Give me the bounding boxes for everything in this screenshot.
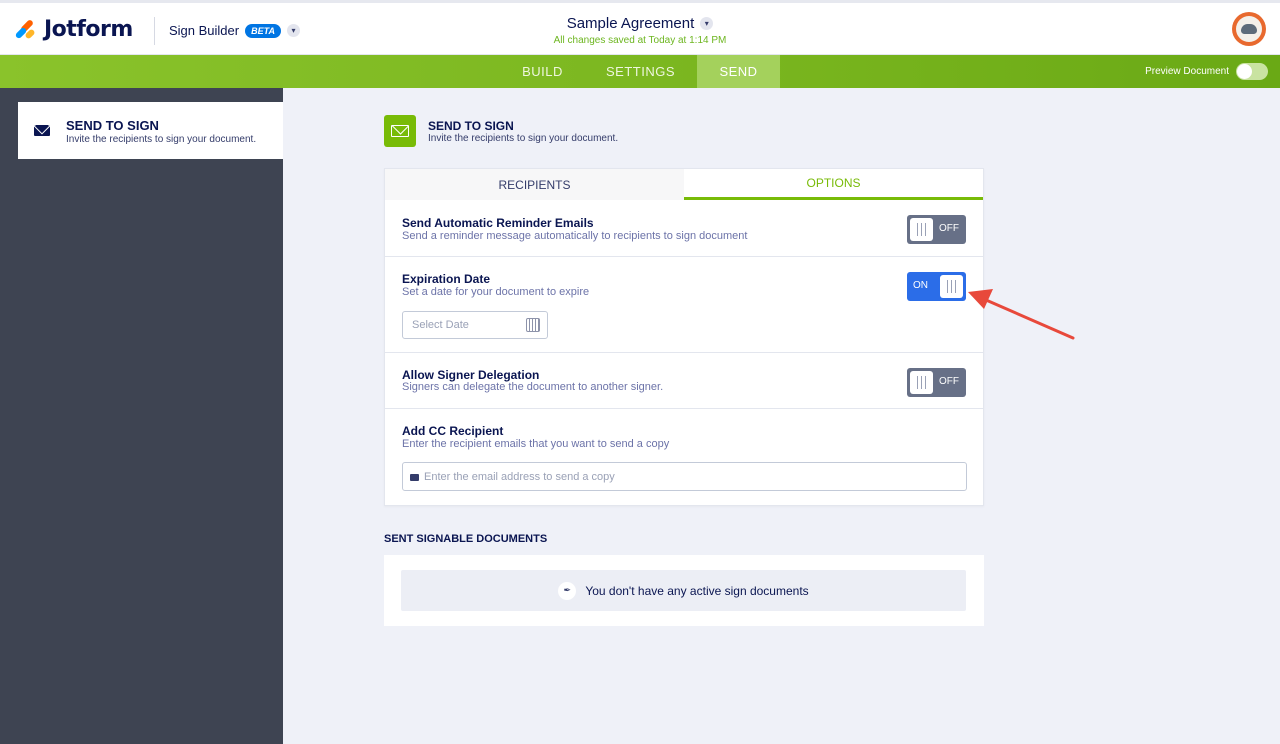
product-name: Sign Builder: [169, 23, 240, 38]
option-description: Enter the recipient emails that you want…: [402, 438, 670, 450]
section-title: SENT SIGNABLE DOCUMENTS: [384, 533, 548, 545]
option-cc: Add CC Recipient Enter the recipient ema…: [385, 409, 983, 505]
date-placeholder: Select Date: [412, 319, 469, 331]
toggle-state: OFF: [939, 376, 959, 387]
avatar[interactable]: [1232, 12, 1266, 46]
toggle-knob: [910, 371, 933, 394]
preview-toggle[interactable]: [1236, 63, 1268, 80]
builder-navbar: BUILD SETTINGS SEND Preview Document: [0, 55, 1280, 88]
toggle-state: ON: [913, 280, 928, 291]
empty-state-text: You don't have any active sign documents: [585, 583, 809, 598]
envelope-icon: [410, 474, 419, 481]
page-title: SEND TO SIGN: [428, 119, 514, 133]
delegation-toggle[interactable]: OFF: [907, 368, 966, 397]
envelope-icon: [34, 125, 50, 136]
jotform-logo[interactable]: Jotform: [14, 17, 133, 42]
builder-tabs: BUILD SETTINGS SEND: [501, 55, 780, 88]
option-reminder: Send Automatic Reminder Emails Send a re…: [385, 200, 983, 257]
card-tabs: RECIPIENTS OPTIONS: [385, 169, 983, 200]
tab-settings[interactable]: SETTINGS: [584, 55, 697, 88]
option-title: Expiration Date: [402, 272, 491, 286]
sent-documents-card: ✒ You don't have any active sign documen…: [384, 555, 984, 626]
sidebar-item-subtitle: Invite the recipients to sign your docum…: [66, 134, 257, 145]
sidebar: SEND TO SIGN Invite the recipients to si…: [0, 88, 283, 744]
preview-document: Preview Document: [1145, 63, 1268, 80]
avatar-image: [1236, 16, 1262, 42]
option-title: Add CC Recipient: [402, 424, 504, 438]
pen-icon: ✒: [558, 581, 577, 600]
tab-options[interactable]: OPTIONS: [684, 169, 983, 200]
option-title: Allow Signer Delegation: [402, 368, 540, 382]
option-description: Send a reminder message automatically to…: [402, 230, 748, 242]
option-description: Set a date for your document to expire: [402, 286, 590, 298]
toggle-state: OFF: [939, 223, 959, 234]
product-switcher[interactable]: Sign Builder BETA ▾: [169, 23, 300, 38]
send-options-card: RECIPIENTS OPTIONS Send Automatic Remind…: [384, 168, 984, 506]
chevron-down-icon[interactable]: ▾: [286, 24, 300, 37]
logo-text: Jotform: [44, 17, 133, 42]
cc-email-input[interactable]: Enter the email address to send a copy: [402, 462, 967, 491]
tab-send[interactable]: SEND: [697, 55, 780, 88]
option-description: Signers can delegate the document to ano…: [402, 381, 664, 393]
email-placeholder: Enter the email address to send a copy: [424, 471, 615, 483]
option-delegation: Allow Signer Delegation Signers can dele…: [385, 353, 983, 409]
option-title: Send Automatic Reminder Emails: [402, 216, 594, 230]
chevron-down-icon[interactable]: ▾: [700, 17, 714, 30]
sidebar-item-title: SEND TO SIGN: [66, 118, 159, 133]
document-title-text: Sample Agreement: [566, 15, 695, 32]
jotform-logo-icon: [14, 18, 36, 41]
document-title-area: Sample Agreement ▾ All changes saved at …: [440, 15, 840, 46]
option-expiration: Expiration Date Set a date for your docu…: [385, 257, 983, 353]
toggle-knob: [940, 275, 963, 298]
tab-build[interactable]: BUILD: [501, 55, 584, 88]
document-title[interactable]: Sample Agreement ▾: [567, 15, 714, 32]
toggle-knob: [910, 218, 933, 241]
page-subtitle: Invite the recipients to sign your docum…: [428, 133, 619, 144]
save-status: All changes saved at Today at 1:14 PM: [553, 35, 727, 46]
preview-label: Preview Document: [1145, 66, 1229, 77]
empty-state: ✒ You don't have any active sign documen…: [401, 570, 966, 611]
expiration-date-input[interactable]: Select Date: [402, 311, 548, 339]
top-header: Jotform Sign Builder BETA ▾ Sample Agree…: [0, 0, 1280, 55]
header-divider: [154, 17, 155, 45]
beta-badge: BETA: [245, 23, 281, 38]
envelope-icon: [384, 115, 416, 147]
sidebar-item-send-to-sign[interactable]: SEND TO SIGN Invite the recipients to si…: [18, 102, 283, 159]
calendar-icon[interactable]: [526, 318, 540, 332]
tab-recipients[interactable]: RECIPIENTS: [385, 169, 684, 200]
reminder-toggle[interactable]: OFF: [907, 215, 966, 244]
expiration-toggle[interactable]: ON: [907, 272, 966, 301]
